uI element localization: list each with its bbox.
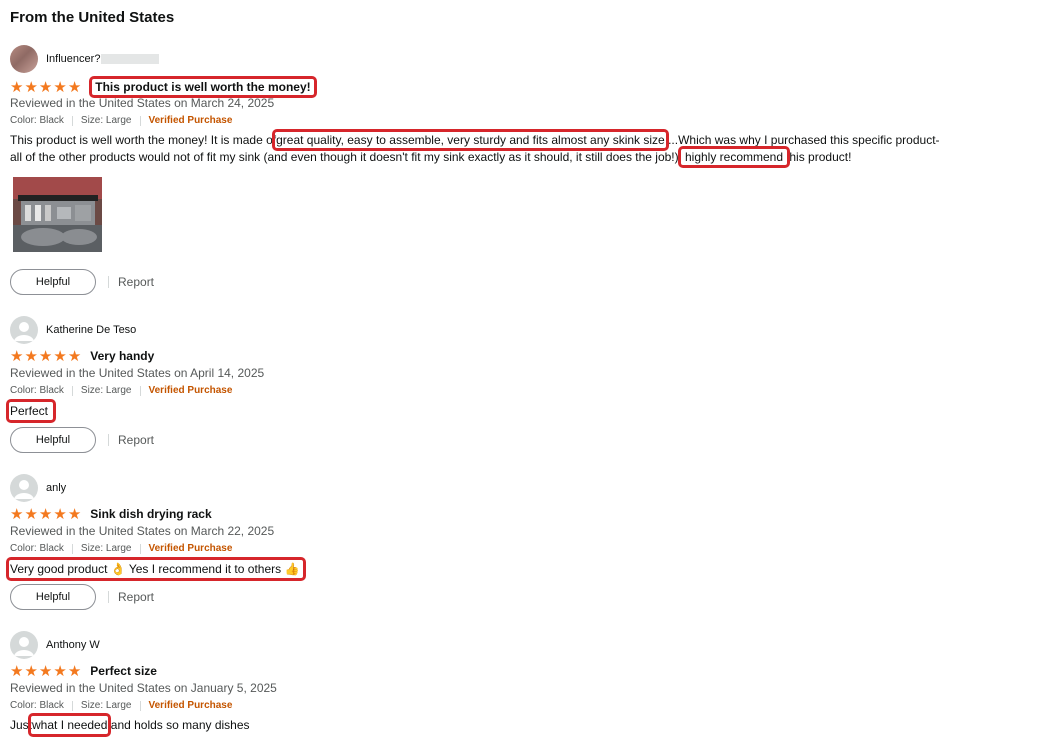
reviewer-name: Katherine De Teso	[46, 324, 137, 336]
variant-size: Size: Large	[80, 115, 132, 126]
review-title-row: ★ ★ ★ ★ ★ Very handy	[10, 347, 154, 365]
variant-size: Size: Large	[80, 700, 132, 711]
star-icon: ★	[67, 78, 82, 96]
report-link[interactable]: Report	[118, 590, 154, 604]
variant-size: Size: Large	[80, 543, 132, 554]
variant-color: Color: Black	[10, 385, 64, 396]
highlight-perfect: Perfect	[5, 399, 57, 423]
star-icon: ★	[38, 347, 53, 365]
star-icon: ★	[67, 662, 82, 680]
verified-purchase-badge[interactable]: Verified Purchase	[149, 115, 233, 126]
star-rating[interactable]: ★ ★ ★ ★ ★	[10, 664, 81, 679]
review-image[interactable]	[13, 177, 102, 252]
review-variant: Color: Black Size: Large Verified Purchase	[10, 385, 232, 396]
star-rating[interactable]: ★ ★ ★ ★ ★	[10, 507, 81, 522]
verified-purchase-badge[interactable]: Verified Purchase	[149, 700, 233, 711]
review-1: Influencer? ★ ★ ★ ★ ★ This product is well w…	[10, 44, 1050, 299]
reviewer-avatar	[10, 45, 38, 73]
section-title: From the United States	[10, 9, 175, 26]
review-body: Justwhat I needed and holds so many dish…	[10, 713, 250, 737]
star-icon: ★	[10, 662, 24, 680]
star-icon: ★	[53, 347, 67, 365]
reviewer-profile[interactable]: anly	[10, 473, 66, 503]
review-date: Reviewed in the United States on April 1…	[10, 366, 265, 380]
star-icon: ★	[53, 78, 67, 96]
review-body: Very good product 👌 Yes I recommend it t…	[5, 557, 307, 581]
star-icon: ★	[24, 505, 38, 523]
star-icon: ★	[24, 662, 38, 680]
reviewer-profile[interactable]: Katherine De Teso	[10, 315, 136, 345]
review-title-row: ★ ★ ★ ★ ★ This product is well worth the mon…	[10, 76, 317, 98]
star-icon: ★	[10, 347, 24, 365]
review-title[interactable]: Sink dish drying rack	[90, 507, 211, 521]
review-body: Perfect	[5, 399, 57, 423]
report-link[interactable]: Report	[118, 433, 154, 447]
star-rating[interactable]: ★ ★ ★ ★ ★	[10, 349, 81, 364]
helpful-button[interactable]: Helpful	[10, 427, 96, 453]
reviewer-name: Anthony W	[46, 639, 100, 651]
reviewer-profile[interactable]: Influencer?	[10, 44, 160, 74]
review-variant: Color: Black Size: Large Verified Purchase	[10, 700, 232, 711]
star-rating[interactable]: ★ ★ ★ ★ ★	[10, 80, 81, 95]
review-title-row: ★ ★ ★ ★ ★ Sink dish drying rack	[10, 505, 212, 523]
review-variant: Color: Black Size: Large Verified Purchase	[10, 115, 232, 126]
review-actions: Helpful Report	[10, 269, 154, 295]
star-icon: ★	[38, 78, 53, 96]
variant-color: Color: Black	[10, 543, 64, 554]
highlight-what-i-needed: what I needed	[27, 713, 112, 737]
variant-size: Size: Large	[80, 385, 132, 396]
highlight-quality: great quality, easy to assemble, very st…	[272, 129, 669, 151]
reviewer-name: Influencer?	[46, 53, 160, 65]
star-icon: ★	[38, 662, 53, 680]
star-icon: ★	[24, 78, 38, 96]
variant-color: Color: Black	[10, 700, 64, 711]
review-3: anly ★ ★ ★ ★ ★ Sink dish drying rack Reviewe…	[5, 473, 1050, 618]
helpful-button[interactable]: Helpful	[10, 269, 96, 295]
review-title[interactable]: This product is well worth the money!	[89, 76, 317, 98]
star-icon: ★	[10, 505, 24, 523]
default-avatar-icon	[10, 474, 38, 502]
star-icon: ★	[10, 78, 24, 96]
review-2: Katherine De Teso ★ ★ ★ ★ ★ Very handy Revie…	[5, 315, 1050, 460]
ok-hand-icon: 👌	[110, 562, 126, 576]
review-4: Anthony W ★ ★ ★ ★ ★ Perfect size Reviewed in…	[10, 630, 1050, 740]
star-icon: ★	[67, 505, 82, 523]
review-title[interactable]: Very handy	[90, 349, 154, 363]
star-icon: ★	[53, 505, 67, 523]
review-date: Reviewed in the United States on March 2…	[10, 96, 275, 110]
helpful-button[interactable]: Helpful	[10, 584, 96, 610]
default-avatar-icon	[10, 316, 38, 344]
variant-color: Color: Black	[10, 115, 64, 126]
review-title[interactable]: Perfect size	[90, 664, 157, 678]
highlight-recommend-others: Very good product 👌 Yes I recommend it t…	[5, 557, 307, 581]
star-icon: ★	[38, 505, 53, 523]
star-icon: ★	[24, 347, 38, 365]
reviewer-profile[interactable]: Anthony W	[10, 630, 100, 660]
star-icon: ★	[53, 662, 67, 680]
review-variant: Color: Black Size: Large Verified Purchase	[10, 543, 232, 554]
redacted-name-bar	[101, 54, 160, 65]
highlight-recommend: highly recommend	[677, 146, 791, 168]
review-actions: Helpful Report	[10, 584, 154, 610]
star-icon: ★	[67, 347, 82, 365]
thumbs-up-icon: 👍	[284, 562, 300, 576]
review-date: Reviewed in the United States on January…	[10, 681, 277, 695]
report-link[interactable]: Report	[118, 275, 154, 289]
review-actions: Helpful Report	[10, 427, 154, 453]
verified-purchase-badge[interactable]: Verified Purchase	[149, 543, 233, 554]
reviewer-name: anly	[46, 482, 67, 494]
review-body: This product is well worth the money! It…	[10, 129, 940, 168]
review-date: Reviewed in the United States on March 2…	[10, 524, 275, 538]
default-avatar-icon	[10, 631, 38, 659]
review-title-row: ★ ★ ★ ★ ★ Perfect size	[10, 662, 157, 680]
verified-purchase-badge[interactable]: Verified Purchase	[149, 385, 233, 396]
